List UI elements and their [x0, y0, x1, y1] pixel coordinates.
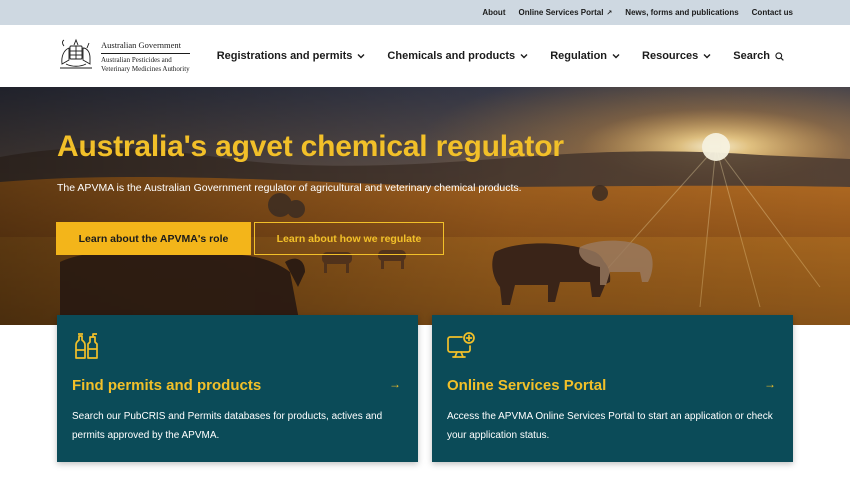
utility-link-news-forms-publications[interactable]: News, forms and publications: [625, 8, 738, 17]
logo-agency-line2: Veterinary Medicines Authority: [101, 65, 190, 73]
logo-government: Australian Government: [101, 40, 190, 54]
arrow-right-icon: →: [389, 377, 401, 391]
external-link-icon: ↗: [606, 9, 613, 17]
arrow-right-icon: →: [764, 377, 776, 391]
online-services-portal-card[interactable]: Online Services Portal → Access the APVM…: [432, 315, 793, 462]
site-logo[interactable]: Australian Government Australian Pestici…: [56, 34, 216, 78]
chevron-down-icon: [703, 54, 711, 59]
utility-link-label: About: [482, 8, 506, 17]
nav-item-registrations-permits[interactable]: Registrations and permits: [217, 50, 366, 62]
nav-item-label: Regulation: [550, 50, 608, 62]
hero-banner: Australia's agvet chemical regulator The…: [0, 87, 850, 325]
nav-item-label: Registrations and permits: [216, 50, 353, 62]
utility-links: About Online Services Portal ↗ News, form…: [482, 0, 793, 25]
card-description: Access the APVMA Online Services Portal …: [447, 411, 773, 441]
card-description: Search our PubCRIS and Permits databases…: [72, 411, 383, 441]
chevron-down-icon: [357, 54, 365, 59]
learn-about-role-button[interactable]: Learn about the APVMA's role: [56, 222, 251, 255]
site-header: Australian Government Australian Pestici…: [0, 25, 850, 87]
nav-item-resources[interactable]: Resources: [642, 50, 711, 62]
logo-agency-line1: Australian Pesticides and: [101, 56, 172, 64]
coat-of-arms-icon: [60, 38, 92, 69]
learn-about-regulation-button[interactable]: Learn about how we regulate: [254, 222, 444, 255]
find-permits-products-card[interactable]: Find permits and products → Search our P…: [57, 315, 418, 462]
utility-bar: About Online Services Portal ↗ News, form…: [0, 0, 850, 25]
nav-item-regulation[interactable]: Regulation: [550, 50, 620, 62]
nav-item-label: Resources: [642, 50, 699, 62]
utility-link-online-services-portal[interactable]: Online Services Portal ↗: [518, 8, 612, 17]
search-label: Search: [733, 50, 770, 62]
computer-add-icon: [447, 332, 475, 358]
utility-link-label: Contact us: [751, 8, 793, 17]
logo-text: Australian Government Australian Pestici…: [101, 34, 190, 74]
nav-item-label: Chemicals and products: [387, 50, 516, 62]
main-nav: Registrations and permits Chemicals and …: [217, 25, 784, 87]
card-title: Find permits and products: [72, 377, 262, 394]
utility-link-about[interactable]: About: [482, 8, 505, 17]
chevron-down-icon: [520, 54, 528, 59]
search-icon: [775, 51, 784, 61]
hero-title: Australia's agvet chemical regulator: [57, 130, 564, 163]
utility-link-contact-us[interactable]: Contact us: [752, 8, 793, 17]
utility-link-label: Online Services Portal: [518, 8, 604, 17]
chevron-down-icon: [612, 54, 620, 59]
chemical-bottles-icon: [75, 333, 98, 359]
utility-link-label: News, forms and publications: [625, 8, 739, 17]
nav-item-chemicals-products[interactable]: Chemicals and products: [387, 50, 528, 62]
hero-description: The APVMA is the Australian Government r…: [57, 182, 522, 194]
hero-background-image: [0, 87, 850, 325]
search-button[interactable]: Search: [733, 50, 784, 62]
card-title: Online Services Portal: [447, 377, 607, 394]
